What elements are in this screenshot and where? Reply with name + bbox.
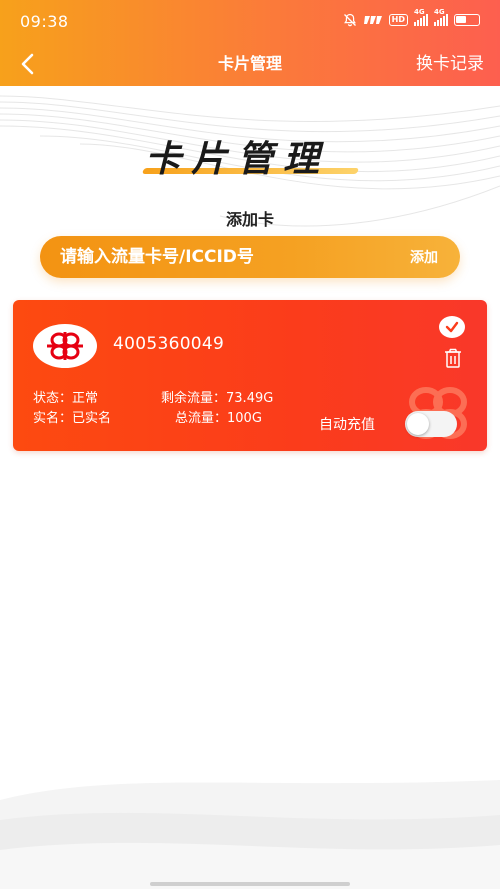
status-time: 09:38 (20, 12, 69, 31)
total-label: 总流量： (175, 411, 228, 426)
app-header: 09:38 HD 4G 4G 卡片管理 换卡记录 (0, 0, 500, 86)
card-history-link[interactable]: 换卡记录 (416, 49, 484, 74)
banner: 卡片管理 添加卡 添加 (0, 86, 500, 296)
vibrate-icon (363, 16, 382, 24)
card-number-input[interactable] (60, 236, 380, 278)
total-value: 100G (227, 411, 262, 426)
sim-card[interactable]: 4005360049 状态：正常 剩余流量：73.49G 实名：已实名 总流量：… (13, 300, 487, 451)
status-bar: 09:38 HD 4G 4G (0, 0, 500, 40)
mute-bell-icon (343, 13, 356, 27)
status-info: 状态：正常 (33, 387, 98, 406)
add-card-heading: 添加卡 (225, 210, 274, 229)
unicom-knot-icon (47, 332, 83, 360)
banner-title: 卡片管理 (145, 139, 330, 180)
realname-info: 实名：已实名 (33, 407, 111, 426)
battery-icon (454, 14, 480, 26)
auto-recharge-toggle[interactable] (405, 411, 457, 437)
check-icon (445, 321, 459, 333)
remaining-label: 剩余流量： (161, 391, 227, 406)
status-icons: HD 4G 4G (343, 8, 480, 28)
bottom-decorative-waves (0, 780, 500, 889)
toggle-knob (407, 413, 429, 435)
total-data-info: 总流量：100G (175, 407, 262, 426)
auto-recharge-label: 自动充值 (319, 417, 375, 433)
home-indicator[interactable] (150, 882, 350, 886)
trash-icon[interactable] (444, 348, 462, 368)
add-button[interactable]: 添加 (410, 247, 438, 267)
nav-bar: 卡片管理 换卡记录 (0, 40, 500, 86)
status-value: 正常 (72, 391, 99, 406)
card-number: 4005360049 (113, 334, 225, 354)
signal-2-icon: 4G (434, 8, 448, 26)
remaining-value: 73.49G (226, 391, 274, 406)
realname-value: 已实名 (72, 411, 112, 426)
remaining-data-info: 剩余流量：73.49G (161, 387, 273, 406)
add-card-bar: 添加 (40, 236, 460, 278)
signal-1-icon: 4G (414, 8, 428, 26)
realname-label: 实名： (33, 411, 73, 426)
china-unicom-logo-icon (33, 324, 97, 368)
selected-check-icon[interactable] (439, 316, 465, 338)
hd-badge: HD (388, 14, 408, 26)
status-label: 状态： (33, 391, 73, 406)
